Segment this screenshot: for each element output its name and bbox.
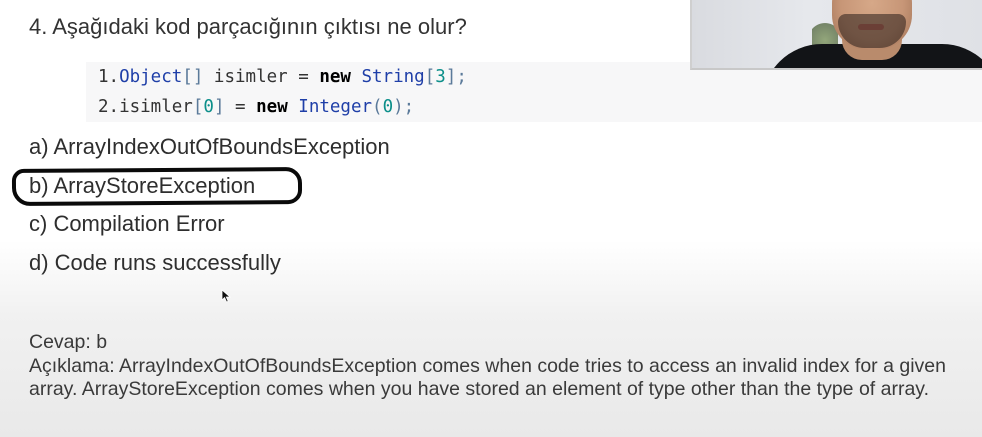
answer-text: Cevap: b	[29, 331, 108, 353]
webcam-overlay	[690, 0, 982, 70]
bracket-close-token: ];	[445, 67, 467, 87]
bracket-open-token: [	[192, 97, 204, 117]
keyword-token: new	[319, 67, 351, 87]
code-line-2: 2.isimler[0] = new Integer(0);	[98, 92, 982, 122]
number-token: 0	[382, 97, 394, 117]
bracket-token: []	[182, 67, 204, 87]
operator-token: =	[235, 97, 246, 117]
highlight-ring	[11, 166, 303, 207]
question-title: 4. Aşağıdaki kod parçacığının çıktısı ne…	[29, 14, 467, 39]
identifier-token: isimler	[119, 97, 193, 117]
operator-token: =	[298, 67, 309, 87]
code-block: 1.Object[] isimler = new String[3]; 2.is…	[86, 62, 982, 122]
option-d[interactable]: d) Code runs successfully	[29, 250, 281, 276]
type-token: Object	[119, 67, 183, 87]
option-a[interactable]: a) ArrayIndexOutOfBoundsException	[29, 134, 390, 160]
option-c[interactable]: c) Compilation Error	[29, 211, 225, 237]
constructor-token: String	[361, 67, 425, 87]
number-token: 3	[435, 67, 446, 87]
paren-close-token: );	[393, 97, 415, 117]
line-number: 2.	[98, 97, 120, 117]
bracket-close-token: ]	[213, 97, 225, 117]
paren-open-token: (	[372, 97, 383, 117]
constructor-token: Integer	[298, 97, 373, 117]
line-number: 1.	[98, 67, 120, 87]
slide: 4. Aşağıdaki kod parçacığının çıktısı ne…	[0, 0, 982, 437]
explanation-text: Açıklama: ArrayIndexOutOfBoundsException…	[29, 355, 946, 400]
number-token: 0	[203, 97, 214, 117]
keyword-token: new	[256, 97, 288, 117]
webcam-presenter-mouth	[858, 24, 884, 30]
bracket-open-token: [	[424, 67, 436, 87]
identifier-token: isimler	[213, 67, 288, 87]
mouse-pointer-icon	[221, 289, 232, 303]
